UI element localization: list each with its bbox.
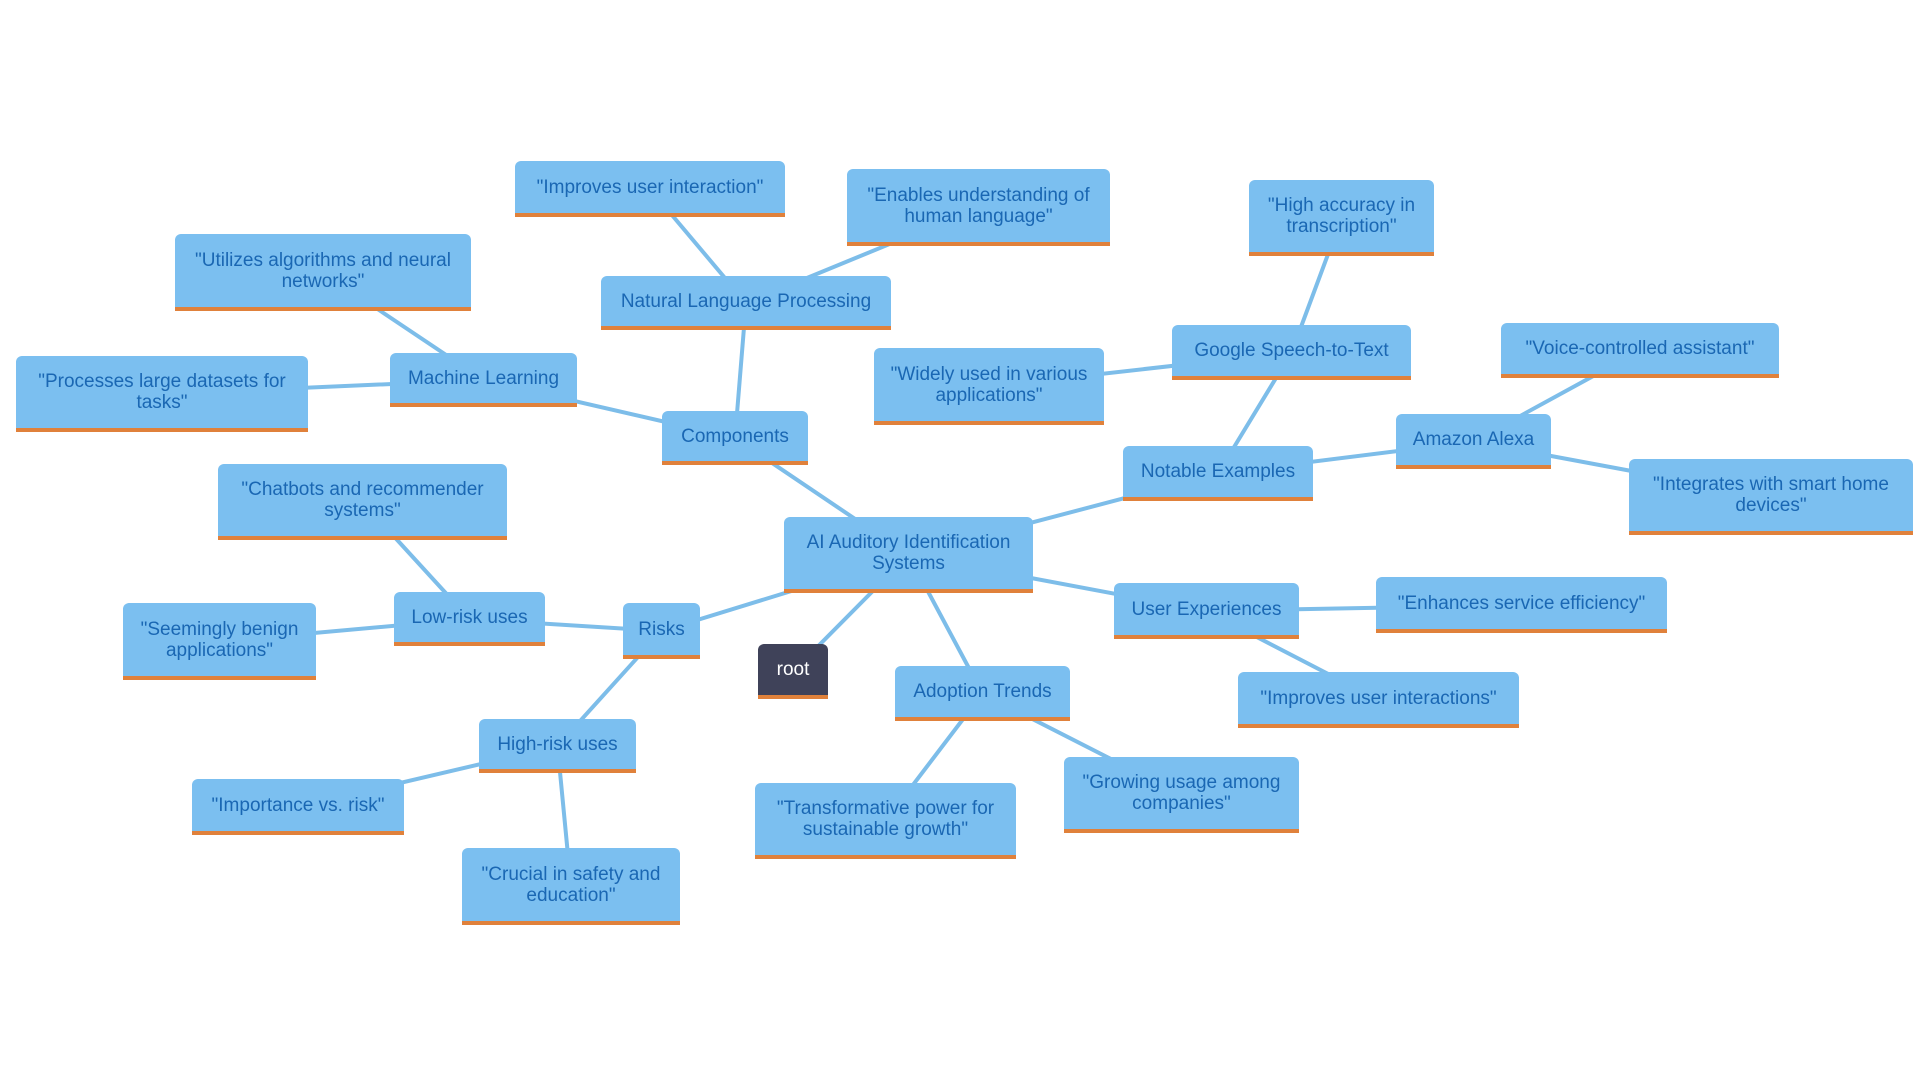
node-enhances-service-efficiency[interactable]: "Enhances service efficiency" — [1376, 577, 1667, 633]
node-user-experiences[interactable]: User Experiences — [1114, 583, 1299, 639]
node-root[interactable]: root — [758, 644, 828, 699]
node-high-accuracy[interactable]: "High accuracy in transcription" — [1249, 180, 1434, 256]
node-amazon-alexa[interactable]: Amazon Alexa — [1396, 414, 1551, 469]
node-chatbots-recommender[interactable]: "Chatbots and recommender systems" — [218, 464, 507, 540]
node-enables-understanding[interactable]: "Enables understanding of human language… — [847, 169, 1110, 246]
node-importance-vs-risk[interactable]: "Importance vs. risk" — [192, 779, 404, 835]
node-machine-learning[interactable]: Machine Learning — [390, 353, 577, 407]
node-utilizes-algorithms[interactable]: "Utilizes algorithms and neural networks… — [175, 234, 471, 311]
node-adoption-trends[interactable]: Adoption Trends — [895, 666, 1070, 721]
node-natural-language-processing[interactable]: Natural Language Processing — [601, 276, 891, 330]
node-widely-used[interactable]: "Widely used in various applications" — [874, 348, 1104, 425]
node-components[interactable]: Components — [662, 411, 808, 465]
node-improves-user-interactions[interactable]: "Improves user interactions" — [1238, 672, 1519, 728]
node-seemingly-benign[interactable]: "Seemingly benign applications" — [123, 603, 316, 680]
node-notable-examples[interactable]: Notable Examples — [1123, 446, 1313, 501]
node-processes-large-datasets[interactable]: "Processes large datasets for tasks" — [16, 356, 308, 432]
node-growing-usage[interactable]: "Growing usage among companies" — [1064, 757, 1299, 833]
node-voice-controlled-assistant[interactable]: "Voice-controlled assistant" — [1501, 323, 1779, 378]
node-google-speech-to-text[interactable]: Google Speech-to-Text — [1172, 325, 1411, 380]
node-integrates-smart-home[interactable]: "Integrates with smart home devices" — [1629, 459, 1913, 535]
node-risks[interactable]: Risks — [623, 603, 700, 659]
node-crucial-safety-education[interactable]: "Crucial in safety and education" — [462, 848, 680, 925]
node-high-risk-uses[interactable]: High-risk uses — [479, 719, 636, 773]
node-low-risk-uses[interactable]: Low-risk uses — [394, 592, 545, 646]
node-central-topic[interactable]: AI Auditory Identification Systems — [784, 517, 1033, 593]
node-transformative-power[interactable]: "Transformative power for sustainable gr… — [755, 783, 1016, 859]
node-improves-user-interaction[interactable]: "Improves user interaction" — [515, 161, 785, 217]
